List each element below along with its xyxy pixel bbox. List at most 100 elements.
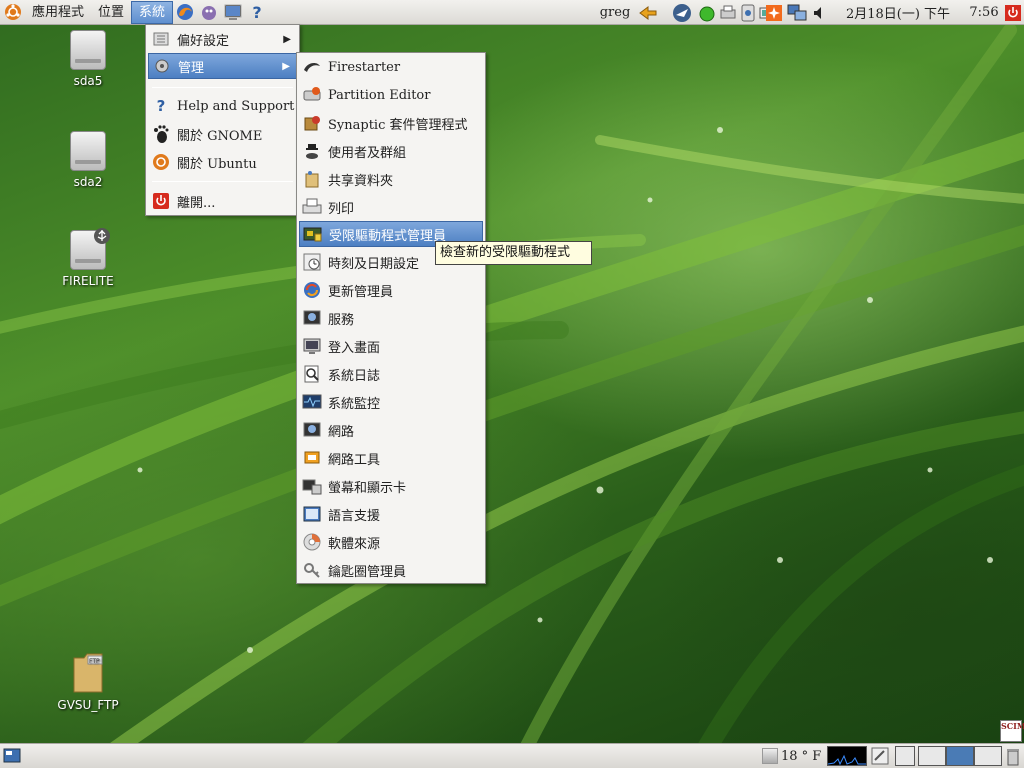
menu-item-help[interactable]: ? Help and Support <box>148 93 297 119</box>
ubuntu-logo-icon <box>3 2 23 22</box>
desktop-icon-label: FIRELITE <box>62 274 114 288</box>
menu-item-label: 網路 <box>328 424 355 440</box>
menu-item-printing[interactable]: 列印 <box>299 194 483 220</box>
switch-user-icon[interactable] <box>636 0 660 25</box>
menu-item-software-sources[interactable]: 軟體來源 <box>299 529 483 555</box>
menu-item-label: Help and Support <box>177 98 295 114</box>
synaptic-icon <box>301 112 323 134</box>
help-icon: ? <box>156 97 166 115</box>
menu-item-keyring-manager[interactable]: 鑰匙圈管理員 <box>299 557 483 583</box>
show-desktop-icon[interactable] <box>3 747 21 765</box>
update-notifier-icon[interactable] <box>764 0 784 25</box>
desktop-icon-firelite[interactable]: FIRELITE <box>43 228 133 288</box>
menu-item-label: Partition Editor <box>328 87 431 103</box>
firestarter-icon <box>301 56 323 78</box>
menu-item-login-window[interactable]: 登入畫面 <box>299 333 483 359</box>
preferences-icon <box>150 28 172 50</box>
menu-item-about-ubuntu[interactable]: 關於 Ubuntu <box>148 149 297 175</box>
menu-applications[interactable]: 應用程式 <box>25 0 91 25</box>
menu-item-label: 螢幕和顯示卡 <box>328 480 407 496</box>
desktop-icon-label: GVSU_FTP <box>57 698 119 712</box>
login-screen-icon <box>301 335 323 357</box>
menu-item-about-gnome[interactable]: 關於 GNOME <box>148 121 297 147</box>
menu-item-log-viewer[interactable]: 系統日誌 <box>299 361 483 387</box>
shutdown-panel-icon[interactable] <box>1004 0 1022 25</box>
menu-item-label: 關於 Ubuntu <box>177 156 257 172</box>
system-load-graph[interactable] <box>827 746 867 766</box>
administration-icon <box>151 55 173 77</box>
menu-item-users-groups[interactable]: 使用者及群組 <box>299 138 483 164</box>
menu-item-label: 鑰匙圈管理員 <box>328 564 407 580</box>
removable-device-icon[interactable] <box>738 0 758 25</box>
volume-icon[interactable] <box>810 0 830 25</box>
panel-menubar: 應用程式 位置 系統 <box>0 0 174 25</box>
menu-item-system-monitor[interactable]: 系統監控 <box>299 389 483 415</box>
menu-item-label: 系統日誌 <box>328 368 381 384</box>
workspace-4[interactable] <box>974 746 1002 766</box>
workspace-3[interactable] <box>946 746 974 766</box>
username[interactable]: greg <box>598 0 632 25</box>
chevron-right-icon: ▶ <box>283 33 291 45</box>
desktop-icon-sda5[interactable]: sda5 <box>43 30 133 88</box>
desktop-icon-gvsu-ftp[interactable]: FTP GVSU_FTP <box>43 648 133 712</box>
trash-icon[interactable] <box>1005 747 1021 766</box>
menu-item-services[interactable]: 服務 <box>299 305 483 331</box>
menu-item-synaptic[interactable]: Synaptic 套件管理程式 <box>299 110 483 136</box>
menu-item-language-support[interactable]: 語言支援 <box>299 501 483 527</box>
network-manager-icon[interactable] <box>670 0 694 25</box>
network-icon <box>301 419 323 441</box>
menu-item-label: 列印 <box>328 201 355 217</box>
menu-item-screens-graphics[interactable]: 螢幕和顯示卡 <box>299 473 483 499</box>
firefox-icon[interactable] <box>175 2 195 22</box>
software-sources-icon <box>301 531 323 553</box>
language-icon <box>301 503 323 525</box>
top-panel: 應用程式 位置 系統 ? greg 2月18日(一) 下午 7:56 <box>0 0 1024 25</box>
menu-item-shared-folders[interactable]: 共享資料夾 <box>299 166 483 192</box>
menu-item-label: 服務 <box>328 312 355 328</box>
menu-item-partition-editor[interactable]: Partition Editor <box>299 82 483 108</box>
menu-item-label: Firestarter <box>328 59 401 75</box>
menu-item-network[interactable]: 網路 <box>299 417 483 443</box>
users-icon <box>301 140 323 162</box>
usb-drive-icon <box>70 228 110 270</box>
menu-item-quit[interactable]: 離開... <box>148 188 297 214</box>
menu-item-firestarter[interactable]: Firestarter <box>299 54 483 80</box>
network-monitor-icon[interactable] <box>786 0 808 25</box>
shutdown-icon <box>150 190 172 212</box>
menu-item-administration[interactable]: 管理 ▶ <box>148 53 297 79</box>
menu-item-network-tools[interactable]: 網路工具 <box>299 445 483 471</box>
menu-item-update-manager[interactable]: 更新管理員 <box>299 277 483 303</box>
chevron-right-icon: ▶ <box>282 60 290 72</box>
scim-indicator[interactable]: SCIM <box>1000 720 1024 742</box>
monitor-config-icon[interactable] <box>871 747 889 765</box>
menu-places[interactable]: 位置 <box>91 0 131 25</box>
printer-tray-icon[interactable] <box>718 0 738 25</box>
menu-item-label: 離開... <box>177 195 216 211</box>
help-icon[interactable]: ? <box>247 2 267 22</box>
display-icon <box>301 475 323 497</box>
panel-clock[interactable]: 7:56 <box>966 0 1002 25</box>
system-menu: 偏好設定 ▶ 管理 ▶ ? Help and Support 關於 GNOME … <box>145 24 300 216</box>
weather-temperature[interactable]: 18 ° F <box>781 747 821 767</box>
workspace-2[interactable] <box>918 746 946 766</box>
log-viewer-icon <box>301 363 323 385</box>
menu-item-label: 登入畫面 <box>328 340 381 356</box>
menu-item-label: 受限驅動程式管理員 <box>329 228 447 244</box>
pidgin-icon[interactable] <box>199 2 219 22</box>
status-green-icon[interactable] <box>696 0 718 25</box>
weather-icon <box>762 748 778 764</box>
menu-item-preferences[interactable]: 偏好設定 ▶ <box>148 26 297 52</box>
network-tools-icon <box>301 447 323 469</box>
services-icon <box>301 307 323 329</box>
workspace-1[interactable] <box>895 746 915 766</box>
panel-date[interactable]: 2月18日(一) 下午 <box>836 0 960 25</box>
menu-item-label: 共享資料夾 <box>328 173 394 189</box>
desktop-icon-sda2[interactable]: sda2 <box>43 131 133 189</box>
restricted-drivers-icon <box>302 223 324 245</box>
menu-item-label: 軟體來源 <box>328 536 381 552</box>
desktop-icon-label: sda2 <box>73 175 103 189</box>
terminal-icon[interactable] <box>223 2 243 22</box>
menu-item-label: 關於 GNOME <box>177 128 263 144</box>
update-icon <box>301 279 323 301</box>
menu-system[interactable]: 系統 <box>131 0 174 24</box>
